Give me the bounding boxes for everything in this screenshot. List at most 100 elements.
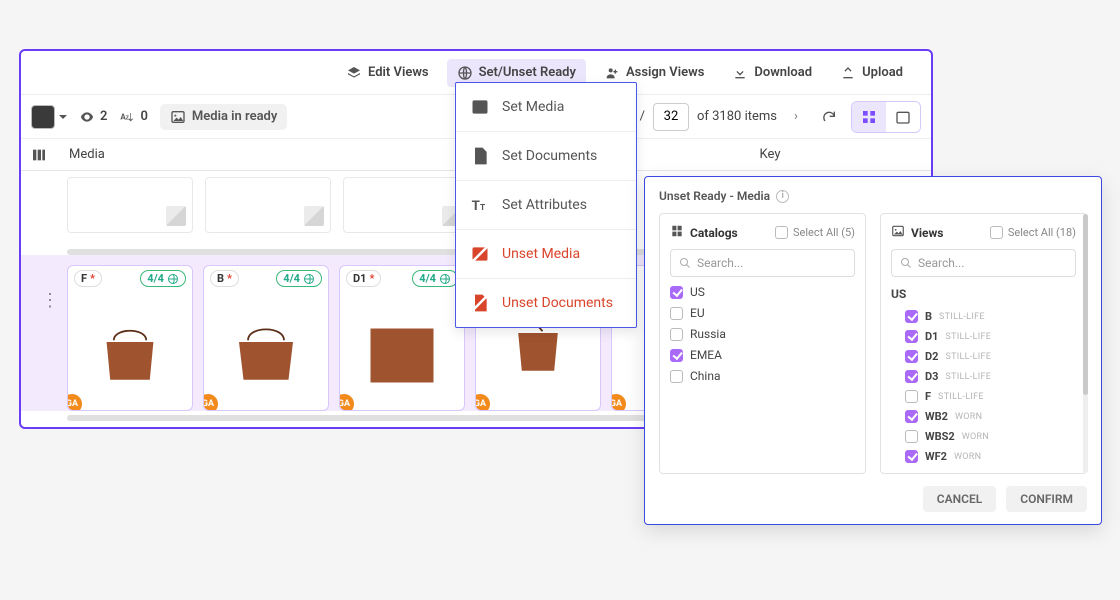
select-all-views[interactable]: Select All (18) [990,226,1076,239]
image-icon [470,97,490,117]
edit-views-button[interactable]: Edit Views [336,59,439,87]
views-search-input[interactable]: Search... [891,249,1076,277]
refresh-button[interactable] [815,103,843,131]
info-icon[interactable]: i [776,190,789,203]
menu-label: Unset Documents [502,295,613,311]
image-icon [891,224,905,241]
search-placeholder: Search... [697,256,743,270]
grid-view-button[interactable] [852,102,886,132]
menu-label: Unset Media [502,246,580,262]
panel-title: Catalogs [690,226,738,240]
assign-views-label: Assign Views [626,65,704,80]
search-placeholder: Search... [918,256,964,270]
edit-views-label: Edit Views [368,65,429,80]
confirm-button[interactable]: CONFIRM [1006,486,1087,512]
catalogs-list: US EU Russia EMEA China [670,285,855,383]
list-item[interactable]: D1STILL-LIFE [891,330,1070,343]
views-list: US BSTILL-LIFE D1STILL-LIFE D2STILL-LIFE… [891,285,1076,463]
list-item[interactable]: Russia [670,327,855,341]
list-item[interactable]: BSTILL-LIFE [891,310,1070,323]
menu-set-attributes[interactable]: TT Set Attributes [456,181,636,230]
person-plus-icon [604,65,620,81]
row-actions-button[interactable]: ⋮ [41,299,59,303]
image-off-icon [470,244,490,264]
thumb-placeholder[interactable] [67,177,193,233]
card-code: D1 [353,272,366,285]
thumb-placeholder[interactable] [205,177,331,233]
download-label: Download [754,65,812,80]
select-all-label: Select All (18) [1008,226,1076,239]
cancel-button[interactable]: CANCEL [923,486,996,512]
set-unset-menu: Set Media Set Documents TT Set Attribute… [455,82,637,328]
view-toggle [851,101,921,133]
svg-text:T: T [472,199,480,214]
search-icon [900,257,912,269]
search-icon [679,257,691,269]
status-chip[interactable]: Media in ready [160,104,287,130]
download-icon [732,65,748,81]
card-code: B [217,272,224,285]
calendar-view-button[interactable] [886,102,920,132]
pager-total-input[interactable] [653,103,689,131]
select-all-catalogs[interactable]: Select All (5) [775,226,855,239]
menu-label: Set Documents [502,148,597,164]
card-code: F [81,272,87,285]
upload-label: Upload [862,65,903,80]
catalogs-search-input[interactable]: Search... [670,249,855,277]
unset-ready-dialog: Unset Ready - Media i Catalogs Select Al… [644,176,1102,525]
document-icon [470,146,490,166]
menu-label: Set Media [502,99,564,115]
sort-filter[interactable]: AZ 0 [119,109,147,125]
catalogs-panel: Catalogs Select All (5) Search... US EU … [659,213,866,474]
status-chip-label: Media in ready [192,109,277,124]
list-item[interactable]: WB2WORN [891,410,1070,423]
thumb-placeholder[interactable] [343,177,469,233]
list-item[interactable]: China [670,369,855,383]
media-card[interactable]: D1*4/4 GA [339,265,465,411]
card-count: 4/4 [419,272,436,285]
list-item[interactable]: FSTILL-LIFE [891,390,1070,403]
menu-unset-media[interactable]: Unset Media [456,230,636,279]
views-panel: Views Select All (18) Search... US BSTIL… [880,213,1087,474]
menu-label: Set Attributes [502,197,587,213]
layers-icon [346,65,362,81]
sort-az-icon: AZ [119,109,135,125]
card-count: 4/4 [283,272,300,285]
sort-count: 0 [140,109,147,124]
upload-button[interactable]: Upload [830,59,913,87]
visible-filter[interactable]: 2 [79,109,107,125]
list-item[interactable]: D2STILL-LIFE [891,350,1070,363]
column-key: Key [619,147,921,162]
pager-slash: / [640,109,645,124]
media-card[interactable]: B*4/4 GA [203,265,329,411]
media-card[interactable]: F*4/4 GA [67,265,193,411]
panel-title: Views [911,226,943,240]
set-unset-label: Set/Unset Ready [479,65,576,80]
download-button[interactable]: Download [722,59,822,87]
category-dropdown[interactable] [31,105,67,129]
svg-text:T: T [480,203,485,213]
menu-set-media[interactable]: Set Media [456,83,636,132]
menu-set-documents[interactable]: Set Documents [456,132,636,181]
pager-next-button[interactable]: › [785,103,807,131]
visible-count: 2 [100,109,107,124]
menu-unset-documents[interactable]: Unset Documents [456,279,636,327]
document-off-icon [470,293,490,313]
list-item[interactable]: D3STILL-LIFE [891,370,1070,383]
list-item[interactable]: WBS2WORN [891,430,1070,443]
catalog-icon [670,224,684,241]
list-item[interactable]: EMEA [670,348,855,362]
dialog-title: Unset Ready - Media [659,189,770,203]
globe-icon [457,65,473,81]
card-count: 4/4 [147,272,164,285]
image-icon [170,109,186,125]
list-item[interactable]: EU [670,306,855,320]
vertical-scrollbar[interactable] [1083,214,1088,473]
upload-icon [840,65,856,81]
pager-of-label: of 3180 items [697,109,777,124]
columns-icon[interactable] [31,147,59,163]
list-item[interactable]: WF2WORN [891,450,1070,463]
eye-icon [79,109,95,125]
select-all-label: Select All (5) [793,226,855,239]
list-item[interactable]: US [670,285,855,299]
